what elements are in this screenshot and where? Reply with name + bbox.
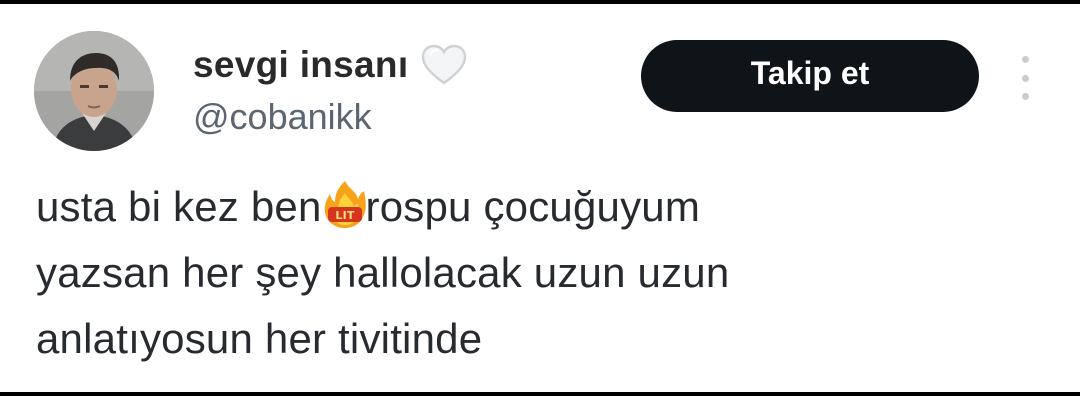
name-row: sevgi insanı	[193, 42, 468, 88]
tweet-line-1: usta bi kez ben LIT rospu çocuğuyum	[36, 174, 1046, 240]
tweet-text: usta bi kez ben LIT rospu çocuğuyum yazs…	[36, 174, 1046, 372]
follow-button[interactable]: Takip et	[641, 40, 979, 112]
display-name[interactable]: sevgi insanı	[193, 44, 408, 86]
avatar[interactable]	[34, 31, 154, 151]
more-dot	[1021, 74, 1029, 82]
more-dot	[1021, 56, 1029, 63]
tweet-text-segment: usta bi kez ben	[36, 183, 322, 230]
more-options-icon[interactable]	[1012, 56, 1038, 100]
white-heart-icon	[422, 44, 467, 85]
more-dot	[1021, 93, 1029, 100]
tweet-card: sevgi insanı @cobanikk Takip et usta bi …	[0, 4, 1080, 392]
user-handle[interactable]: @cobanikk	[193, 96, 372, 138]
tweet-line-3: anlatıyosun her tivitinde	[36, 315, 483, 362]
tweet-text-segment: rospu çocuğuyum	[365, 183, 701, 230]
tweet-line-2: yazsan her şey hallolacak uzun uzun	[36, 249, 730, 296]
lit-fire-emoji: LIT	[324, 181, 366, 228]
avatar-photo	[34, 31, 154, 151]
lit-emoji-label: LIT	[335, 209, 355, 222]
follow-button-label: Takip et	[750, 54, 870, 91]
